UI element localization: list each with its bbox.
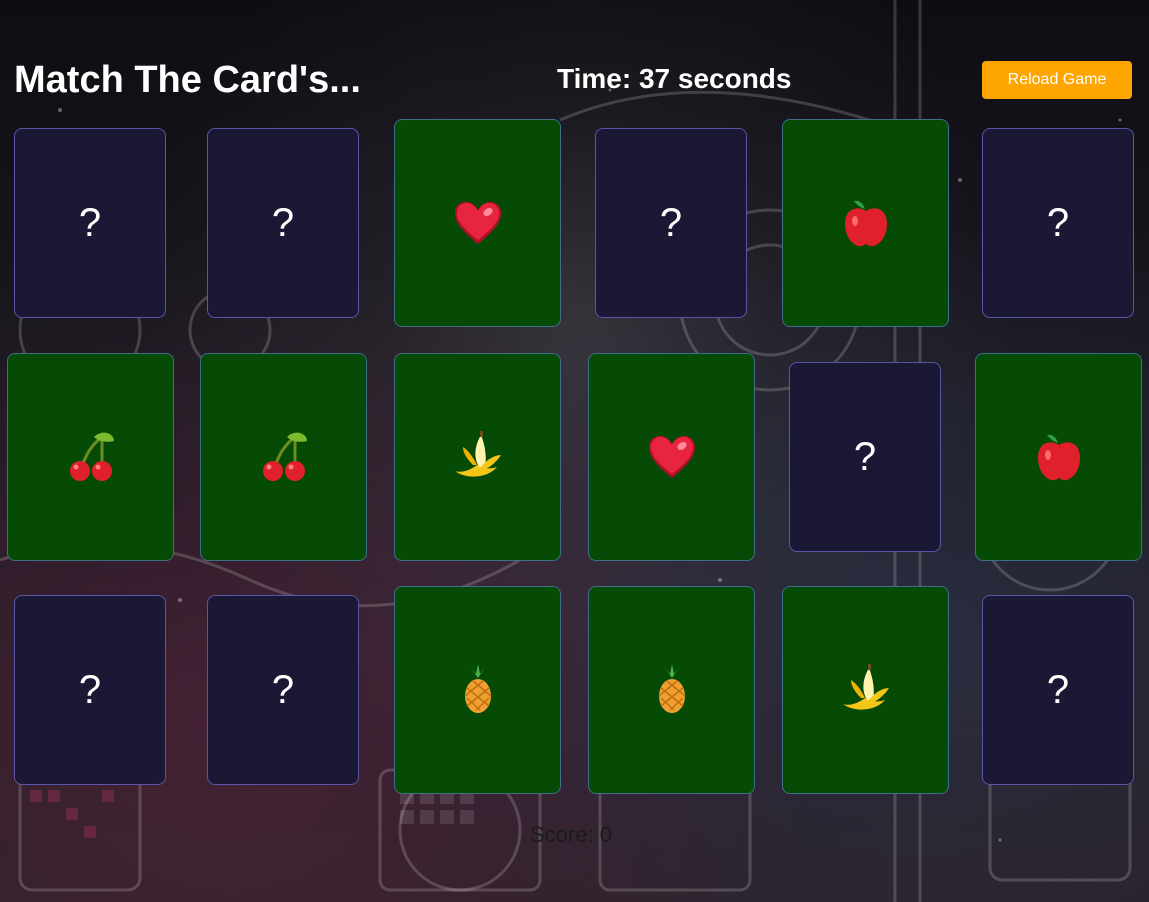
card-face-pineapple[interactable] xyxy=(588,586,755,794)
question-mark: ? xyxy=(1046,668,1070,712)
cherries-icon xyxy=(69,432,114,481)
question-mark: ? xyxy=(271,668,295,712)
question-mark: ? xyxy=(659,201,683,245)
card-back[interactable]: ? xyxy=(207,595,359,785)
apple-icon xyxy=(1037,434,1080,481)
banana-icon xyxy=(842,664,889,710)
card-face-cherries[interactable] xyxy=(7,353,174,561)
cherries-icon xyxy=(262,432,307,481)
card-back[interactable]: ? xyxy=(595,128,747,318)
card-face-heart[interactable] xyxy=(588,353,755,561)
pineapple-icon xyxy=(658,664,685,713)
card-back[interactable]: ? xyxy=(982,595,1134,785)
reload-game-button[interactable]: Reload Game xyxy=(982,61,1132,99)
question-mark: ? xyxy=(1046,201,1070,245)
heart-icon xyxy=(648,436,695,478)
card-face-cherries[interactable] xyxy=(200,353,367,561)
card-face-banana[interactable] xyxy=(394,353,561,561)
card-face-pineapple[interactable] xyxy=(394,586,561,794)
heart-icon xyxy=(454,202,501,244)
card-face-banana[interactable] xyxy=(782,586,949,794)
banana-icon xyxy=(454,431,501,477)
apple-icon xyxy=(844,200,887,247)
question-mark: ? xyxy=(271,201,295,245)
page-title: Match The Card's... xyxy=(14,59,361,101)
timer-display: Time: 37 seconds xyxy=(557,63,792,94)
question-mark: ? xyxy=(853,435,877,479)
score-display: Score: 0 xyxy=(530,822,612,847)
card-back[interactable]: ? xyxy=(982,128,1134,318)
card-back[interactable]: ? xyxy=(207,128,359,318)
card-back[interactable]: ? xyxy=(14,128,166,318)
card-back[interactable]: ? xyxy=(14,595,166,785)
card-face-apple[interactable] xyxy=(782,119,949,327)
card-face-apple[interactable] xyxy=(975,353,1142,561)
question-mark: ? xyxy=(78,201,102,245)
pineapple-icon xyxy=(464,664,491,713)
card-back[interactable]: ? xyxy=(789,362,941,552)
question-mark: ? xyxy=(78,668,102,712)
card-face-heart[interactable] xyxy=(394,119,561,327)
